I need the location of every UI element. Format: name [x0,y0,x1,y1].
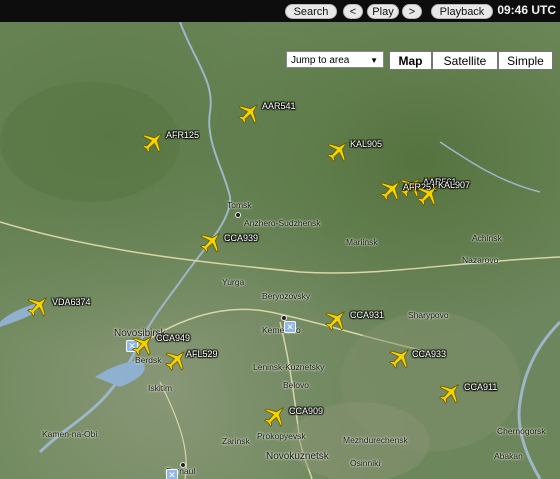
utc-clock: 09:46 UTC [497,3,556,17]
jump-to-area-select[interactable]: Jump to area ▼ [286,51,384,68]
flight-label[interactable]: CCA949 [156,333,190,343]
city-label: Sharypovo [408,310,449,320]
search-button[interactable]: Search [285,4,337,19]
flight-label[interactable]: CCA911 [464,382,497,392]
city-label: Anzhero-Sudzhensk [244,218,321,228]
city-label: Leninsk-Kuznetsky [253,362,325,372]
city-label: Belovo [283,380,309,390]
city-dot [235,212,241,218]
city-label: Kamen-na-Obi [42,429,98,439]
airplane-icon [327,142,347,162]
city-label: Achinsk [472,233,502,243]
flight-label[interactable]: CCA909 [289,406,323,416]
airplane-icon [325,311,345,331]
airport-icon[interactable]: ✕ [284,321,296,333]
flight-label[interactable]: CCA931 [350,310,384,320]
city-label: Abakan [494,451,523,461]
flight-label[interactable]: AFR125 [166,130,199,140]
airplane-icon [238,104,258,124]
flight-label[interactable]: AFL529 [186,349,218,359]
previous-button[interactable]: < [343,4,363,19]
airplane-icon [200,233,220,253]
map-type-map[interactable]: Map [389,51,432,70]
airplane-icon [264,407,284,427]
city-label: Beryozovsky [262,291,311,301]
airplane-icon [132,336,152,356]
flight-label[interactable]: CCA933 [412,349,446,359]
playback-button[interactable]: Playback [431,4,493,19]
city-label: Chernogorsk [497,426,546,436]
top-toolbar: Search < Play > Playback 09:46 UTC [0,0,560,22]
jump-to-area-label: Jump to area [291,55,350,66]
city-label: Tomsk [227,200,252,210]
map-type-satellite[interactable]: Satellite [432,51,498,70]
map-type-simple[interactable]: Simple [498,51,553,70]
flight-label[interactable]: KAL907 [438,180,470,190]
city-label: Iskitim [148,383,173,393]
airplane-icon [439,384,459,404]
city-label: Mezhdurechensk [343,435,408,445]
flight-map[interactable]: Tomsk Anzhero-Sudzhensk Mariinsk Achinsk… [0,22,560,479]
city-label: Nazarovo [462,255,499,265]
play-button[interactable]: Play [367,4,399,19]
city-label: Yurga [222,277,245,287]
flight-label[interactable]: KAL905 [350,139,382,149]
flight-label[interactable]: AAR541 [262,101,296,111]
flight-label[interactable]: VDA6374 [52,297,91,307]
airplane-icon [27,297,47,317]
airplane-icon [142,133,162,153]
airplane-icon [380,181,400,201]
flight-label[interactable]: CCA939 [224,233,258,243]
airport-icon[interactable]: ✕ [166,469,178,479]
city-label: Osinniki [350,458,381,468]
city-label: Prokopyevsk [257,431,306,441]
city-label: Zarinsk [222,436,250,446]
city-label: Mariinsk [346,237,378,247]
next-button[interactable]: > [402,4,422,19]
airplane-icon [389,349,409,369]
city-label: Novokuznetsk [266,451,329,462]
chevron-down-icon: ▼ [370,56,378,65]
